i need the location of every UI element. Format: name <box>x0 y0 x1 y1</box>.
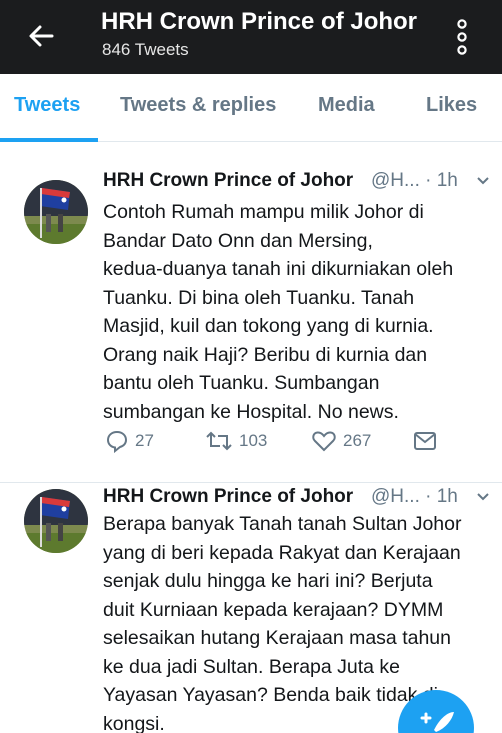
compose-icon <box>420 712 454 732</box>
tab-likes[interactable]: Likes <box>426 94 477 117</box>
like-button[interactable]: 267 <box>311 428 371 454</box>
avatar[interactable] <box>24 180 88 244</box>
tab-tweets-replies[interactable]: Tweets & replies <box>120 94 276 117</box>
chevron-down-icon[interactable] <box>476 489 490 508</box>
tweet-text: Contoh Rumah mampu milik Johor di Bandar… <box>103 198 493 426</box>
tweet-line: Tuanku. Di bina oleh Tuanku. Tanah <box>103 286 415 309</box>
tab-media[interactable]: Media <box>318 94 375 117</box>
tweet-line: Bandar Dato Onn dan Mersing, <box>103 229 373 252</box>
direct-message-button[interactable] <box>413 428 437 454</box>
reply-button[interactable]: 27 <box>105 428 154 454</box>
tweet-line: ke dua jadi Sultan. Berapa Juta ke <box>103 655 401 678</box>
tweet-line: yang di beri kepada Rakyat dan Kerajaan <box>103 541 461 564</box>
reply-count: 27 <box>135 431 154 450</box>
tweet-line: sumbangan ke Hospital. No news. <box>103 400 399 423</box>
tab-tweets[interactable]: Tweets <box>14 94 80 117</box>
header-title: HRH Crown Prince of Johor <box>101 8 418 35</box>
avatar[interactable] <box>24 489 88 553</box>
tweet-line: kedua-duanya tanah ini dikurniakan oleh <box>103 258 454 280</box>
chevron-down-icon[interactable] <box>476 173 490 192</box>
tweet-actions: 27 103 267 <box>103 428 483 454</box>
retweet-icon <box>206 431 232 451</box>
more-vertical-icon[interactable] <box>452 18 472 56</box>
like-icon <box>312 431 336 452</box>
like-count: 267 <box>343 431 372 450</box>
retweet-count: 103 <box>239 431 268 450</box>
tweet-line: senjak dulu hingga ke hari ini? Berjuta <box>103 570 433 592</box>
profile-tabs: Tweets Tweets & replies Media Likes <box>0 74 502 142</box>
reply-icon <box>106 430 128 453</box>
display-name[interactable]: HRH Crown Prince of Johor <box>103 486 353 508</box>
tweet-line: Berapa banyak Tanah tanah Sultan Johor <box>103 513 462 535</box>
tweet-line: Masjid, kuil dan tokong yang di kurnia. <box>103 315 434 337</box>
tweet-line: Contoh Rumah mampu milik Johor di <box>103 201 424 223</box>
tweet-line: selesaikan hutang Kerajaan masa tahun <box>103 627 451 649</box>
tweet[interactable]: HRH Crown Prince of Johor @H... · 1h Con… <box>0 142 502 482</box>
handle-timestamp: @H... · 1h <box>371 486 458 507</box>
tweet-line: bantu oleh Tuanku. Sumbangan <box>103 372 380 394</box>
display-name[interactable]: HRH Crown Prince of Johor <box>103 170 353 192</box>
tweet-line: Orang naik Haji? Beribu di kurnia dan <box>103 343 428 366</box>
tweet-count: 846 Tweets <box>102 40 189 59</box>
handle-timestamp: @H... · 1h <box>371 170 458 191</box>
back-arrow-icon[interactable] <box>22 16 62 56</box>
retweet-button[interactable]: 103 <box>205 428 267 454</box>
profile-header: HRH Crown Prince of Johor 846 Tweets <box>0 0 502 74</box>
compose-button[interactable] <box>398 690 474 733</box>
tweet-line: duit Kurniaan kepada kerajaan? DYMM <box>103 598 444 621</box>
message-icon <box>414 432 436 450</box>
